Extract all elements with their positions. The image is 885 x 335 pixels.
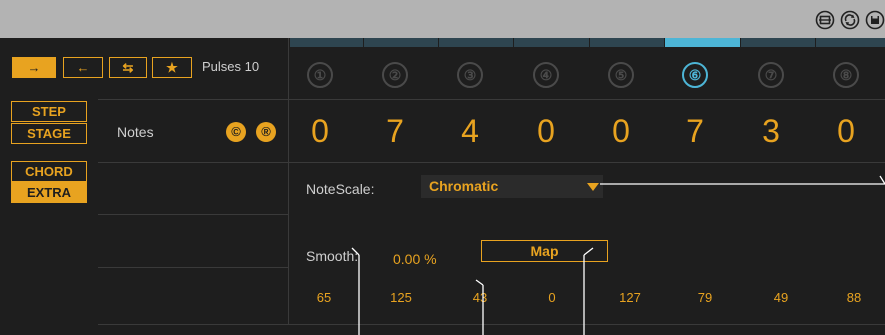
title-bar (0, 0, 885, 38)
hotswap-icon[interactable] (840, 10, 860, 30)
wrap-icon[interactable] (815, 10, 835, 30)
device-window: → ← ⇆ ★ Pulses 10 STEP STAGE CHORD EXTRA… (0, 0, 885, 335)
connection-lines (351, 175, 885, 335)
sequencer-device: → ← ⇆ ★ Pulses 10 STEP STAGE CHORD EXTRA… (0, 38, 885, 335)
save-icon[interactable] (865, 10, 885, 30)
